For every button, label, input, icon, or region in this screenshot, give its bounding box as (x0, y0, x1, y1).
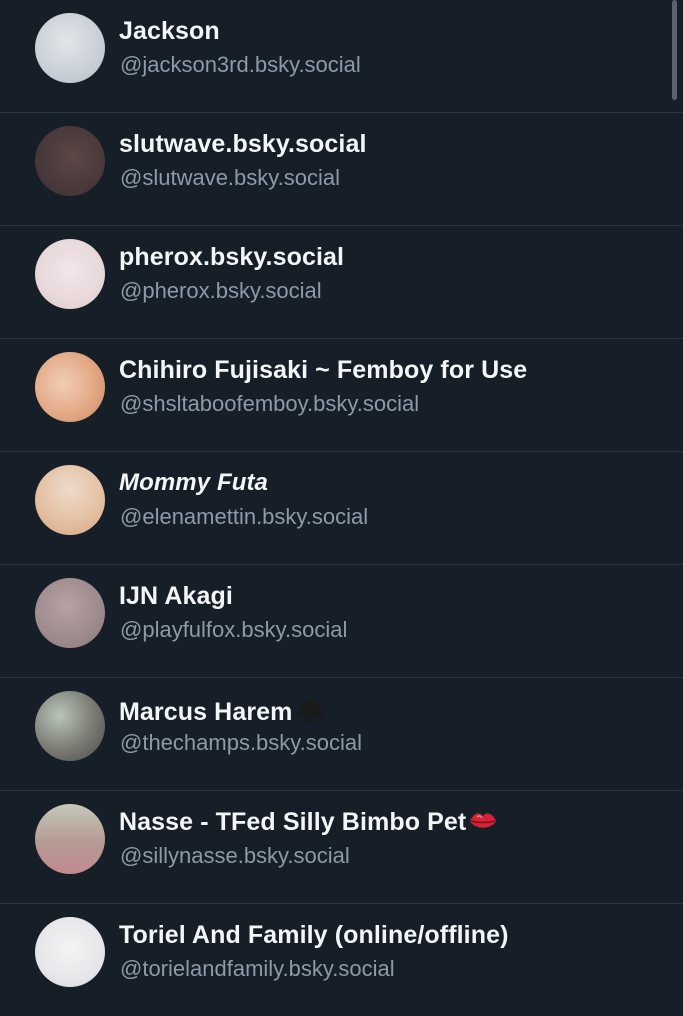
display-name: IJN Akagi (119, 582, 233, 610)
account-row[interactable]: Jackson @jackson3rd.bsky.social (0, 0, 683, 113)
account-row[interactable]: pherox.bsky.social @pherox.bsky.social (0, 226, 683, 339)
account-row[interactable]: Chihiro Fujisaki ~ Femboy for Use @shslt… (0, 339, 683, 452)
handle: @pherox.bsky.social (120, 278, 322, 303)
account-row[interactable]: Nasse - TFed Silly Bimbo Pet @sillynasse… (0, 791, 683, 904)
display-name: Nasse - TFed Silly Bimbo Pet (119, 808, 498, 840)
handle: @shsltaboofemboy.bsky.social (120, 391, 420, 416)
spade-icon (295, 695, 325, 730)
handle: @elenamettin.bsky.social (120, 504, 369, 529)
avatar[interactable] (35, 13, 105, 83)
avatar[interactable] (35, 804, 105, 874)
avatar[interactable] (35, 239, 105, 309)
scrollbar[interactable] (672, 0, 677, 100)
display-name: Toriel And Family (online/offline) (119, 921, 509, 949)
handle: @slutwave.bsky.social (120, 165, 340, 190)
display-name: Chihiro Fujisaki ~ Femboy for Use (119, 356, 528, 384)
avatar[interactable] (35, 691, 105, 761)
account-row[interactable]: Mommy Futa @elenamettin.bsky.social (0, 452, 683, 565)
handle: @torielandfamily.bsky.social (120, 956, 395, 981)
account-row[interactable]: Marcus Harem @thechamps.bsky.social (0, 678, 683, 791)
lips-icon (468, 809, 498, 840)
display-name: slutwave.bsky.social (119, 130, 367, 158)
account-row[interactable]: slutwave.bsky.social @slutwave.bsky.soci… (0, 113, 683, 226)
handle: @jackson3rd.bsky.social (120, 52, 361, 77)
display-name: Marcus Harem (119, 695, 325, 730)
avatar[interactable] (35, 352, 105, 422)
display-name: Mommy Futa (119, 469, 269, 496)
handle: @sillynasse.bsky.social (120, 843, 350, 868)
display-name: pherox.bsky.social (119, 243, 345, 271)
avatar[interactable] (35, 578, 105, 648)
avatar[interactable] (35, 126, 105, 196)
display-name-text: Nasse - TFed Silly Bimbo Pet (119, 808, 467, 836)
display-name: Jackson (119, 17, 220, 45)
display-name-text: Marcus Harem (119, 698, 293, 726)
account-row[interactable]: IJN Akagi @playfulfox.bsky.social (0, 565, 683, 678)
account-row[interactable]: Toriel And Family (online/offline) @tori… (0, 904, 683, 1016)
avatar[interactable] (35, 917, 105, 987)
handle: @playfulfox.bsky.social (120, 617, 348, 642)
account-list: Jackson @jackson3rd.bsky.social slutwave… (0, 0, 683, 1016)
avatar[interactable] (35, 465, 105, 535)
handle: @thechamps.bsky.social (120, 730, 363, 755)
